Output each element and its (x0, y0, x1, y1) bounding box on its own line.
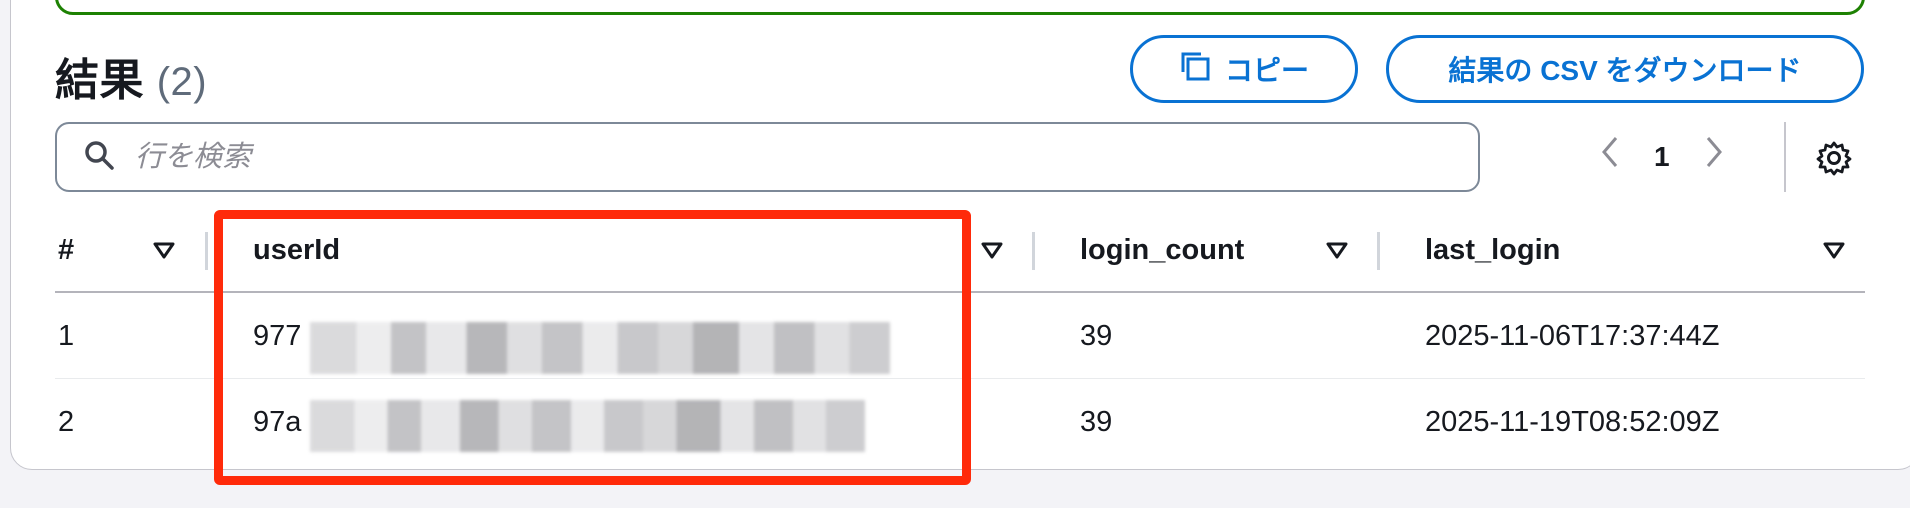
gear-icon[interactable] (1816, 140, 1852, 181)
chevron-right-icon[interactable] (1704, 135, 1724, 178)
highlight-box (214, 210, 971, 485)
chevron-left-icon[interactable] (1600, 135, 1620, 178)
search-box[interactable] (55, 122, 1480, 192)
results-count: (2) (156, 60, 208, 104)
page-title: 結果 (2) (55, 44, 207, 108)
row-index: 2 (58, 406, 75, 438)
sort-caret-icon[interactable] (980, 240, 1004, 267)
column-resizer[interactable] (1032, 232, 1035, 270)
sort-caret-icon[interactable] (1822, 240, 1846, 267)
download-csv-label: 結果の CSV をダウンロード (1448, 55, 1802, 86)
page-number[interactable]: 1 (1654, 141, 1670, 173)
download-csv-button[interactable]: 結果の CSV をダウンロード (1386, 35, 1864, 103)
results-title: 結果 (55, 56, 144, 105)
column-resizer[interactable] (205, 232, 208, 270)
login-count-cell: 39 (1080, 406, 1113, 438)
sort-caret-icon[interactable] (152, 240, 176, 267)
login-count-cell: 39 (1080, 320, 1113, 352)
copy-button[interactable]: コピー (1130, 35, 1358, 103)
copy-button-label: コピー (1224, 55, 1309, 86)
pager-divider (1784, 122, 1786, 192)
column-header-index[interactable]: # (58, 234, 74, 267)
search-icon (83, 139, 115, 176)
last-login-cell: 2025-11-19T08:52:09Z (1425, 406, 1720, 438)
previous-section-border (55, 0, 1865, 15)
last-login-cell: 2025-11-06T17:37:44Z (1425, 320, 1720, 352)
sort-caret-icon[interactable] (1325, 240, 1349, 267)
column-header-last-login[interactable]: last_login (1425, 234, 1560, 267)
column-header-login-count[interactable]: login_count (1080, 234, 1244, 267)
search-input[interactable] (133, 139, 1437, 175)
copy-icon (1179, 50, 1211, 89)
pagination: 1 (1600, 135, 1724, 178)
column-resizer[interactable] (1377, 232, 1380, 270)
row-index: 1 (58, 320, 75, 352)
